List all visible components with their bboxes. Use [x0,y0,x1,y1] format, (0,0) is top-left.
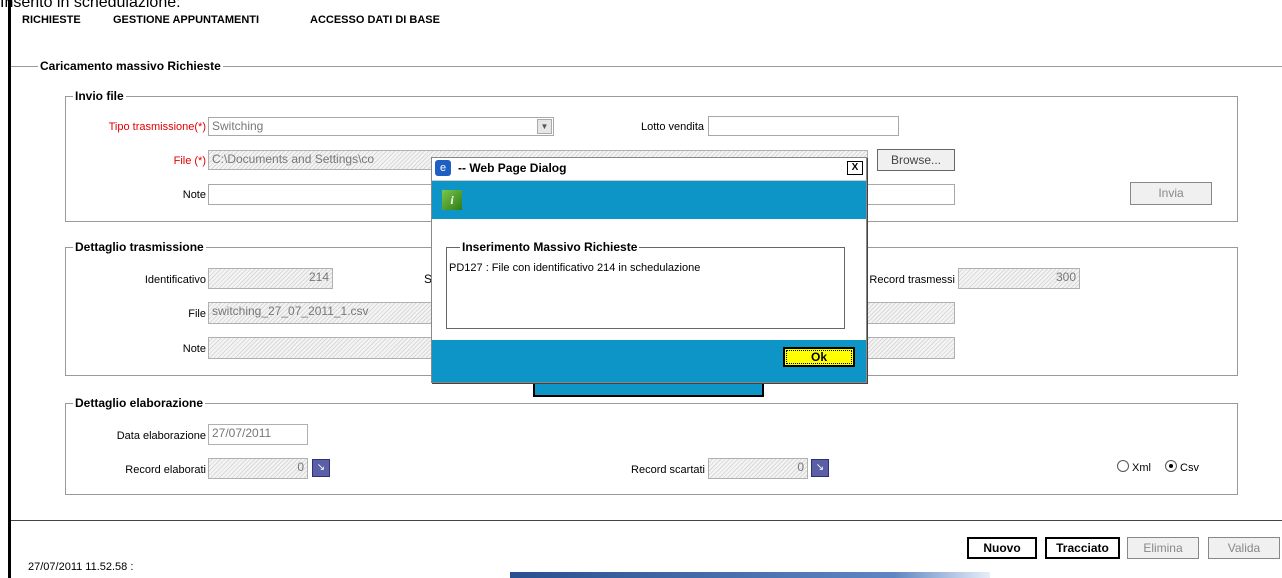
dialog-fieldset [446,247,845,329]
tipo-value: Switching [212,119,264,133]
dialog-titlebar: e -- Web Page Dialog X [432,158,866,181]
menu-gestione-appuntamenti[interactable]: GESTIONE APPUNTAMENTI [113,14,259,26]
left-border [8,0,11,578]
elimina-button[interactable]: Elimina [1127,537,1199,559]
lotto-label: Lotto vendita [641,121,704,133]
xml-label: Xml [1132,462,1151,474]
status-text: 27/07/2011 11.52.58 : [28,561,134,573]
id-label: Identificativo [144,274,206,286]
invia-button[interactable]: Invia [1130,182,1212,205]
dialog-header: i [432,181,866,219]
record-scart-field: 0 [708,458,808,479]
record-elab-label: Record elaborati [125,464,206,476]
record-scart-detail-button[interactable]: ↘ [811,459,829,477]
web-page-dialog: e -- Web Page Dialog X i Inserimento Mas… [431,157,867,383]
caption-text: Inserito in schedulazione: [0,0,181,11]
xml-radio[interactable] [1117,460,1129,472]
dialog-body: Inserimento Massivo Richieste PD127 : Fi… [432,219,866,340]
nuovo-button[interactable]: Nuovo [967,537,1037,559]
taskbar-strip [510,572,990,578]
ie-icon: e [435,160,451,176]
dialog-legend: Inserimento Massivo Richieste [460,240,640,254]
elaborazione-legend: Dettaglio elaborazione [73,396,206,410]
id-field: 214 [208,268,333,289]
browse-button[interactable]: Browse... [877,149,955,171]
tipo-label: Tipo trasmissione(*) [108,121,206,133]
ok-button[interactable]: Ok [783,347,855,367]
record-trasmessi-field: 300 [958,268,1080,289]
record-elab-field: 0 [208,458,308,479]
dialog-footer: Ok [432,340,866,382]
section-title: Caricamento massivo Richieste [38,59,223,73]
note-label: Note [182,189,206,201]
data-elab-label: Data elaborazione [116,430,206,442]
chevron-down-icon[interactable]: ▼ [537,119,552,134]
dialog-title: -- Web Page Dialog [458,161,567,175]
invio-legend: Invio file [73,89,126,103]
tracciato-button[interactable]: Tracciato [1045,537,1120,559]
file-detail-label: File [188,308,206,320]
csv-label: Csv [1180,462,1199,474]
trasmissione-legend: Dettaglio trasmissione [73,240,206,254]
data-elab-field: 27/07/2011 [208,424,308,445]
record-trasmessi-label: Record trasmessi [869,274,955,286]
footer-rule [11,520,1282,521]
valida-button[interactable]: Valida [1208,537,1280,559]
info-icon: i [442,190,462,210]
lotto-input[interactable] [708,116,899,136]
csv-radio[interactable] [1165,460,1177,472]
file-label: File (*) [173,155,206,167]
tipo-select[interactable]: Switching ▼ [208,117,554,136]
close-icon[interactable]: X [847,161,863,175]
record-elab-detail-button[interactable]: ↘ [312,459,330,477]
menu-accesso-dati[interactable]: ACCESSO DATI DI BASE [310,14,440,26]
dialog-message: PD127 : File con identificativo 214 in s… [449,262,701,274]
record-scart-label: Record scartati [631,464,705,476]
elaborazione-fieldset [65,403,1238,495]
note-detail-label: Note [182,343,206,355]
menu-richieste[interactable]: RICHIESTE [22,14,81,26]
